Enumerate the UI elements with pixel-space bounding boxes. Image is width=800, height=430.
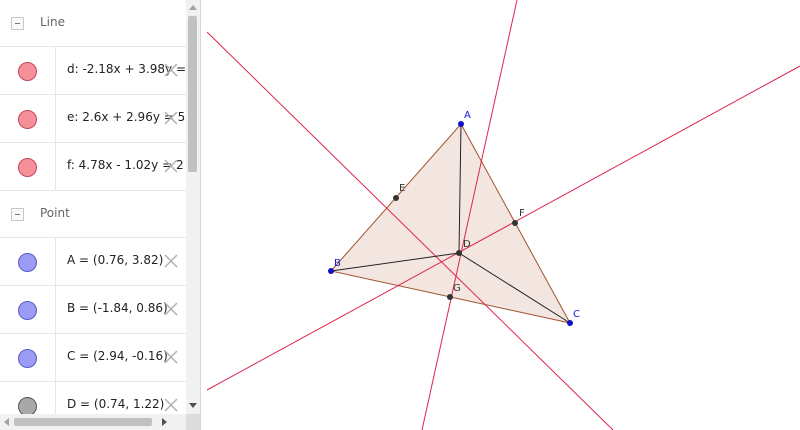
label-a: A [464,110,471,121]
delete-icon[interactable] [162,252,180,270]
label-d: D [463,239,471,250]
horizontal-scrollbar[interactable] [0,414,200,430]
group-header-point[interactable]: Point [0,191,186,238]
algebra-row-line-f[interactable]: f: 4.78x - 1.02y = 2 [0,143,186,191]
algebra-list: Line d: -2.18x + 3.98y = 5.5 e: 2.6x + 2… [0,0,186,430]
scroll-right-icon[interactable] [162,418,167,426]
visibility-toggle[interactable] [18,301,37,320]
scroll-down-icon[interactable] [189,403,197,408]
algebra-row-point-c[interactable]: C = (2.94, -0.16) [0,334,186,382]
algebra-row-line-d[interactable]: d: -2.18x + 3.98y = 5.5 [0,47,186,95]
graphics-view[interactable]: A B C D E F G [201,0,800,430]
delete-icon[interactable] [162,61,180,79]
delete-icon[interactable] [162,109,180,127]
scrollbar-corner [186,414,200,430]
delete-icon[interactable] [162,300,180,318]
scroll-up-icon[interactable] [189,5,197,10]
vertical-scrollbar[interactable] [186,0,200,414]
visibility-toggle[interactable] [18,349,37,368]
label-b: B [334,258,341,269]
delete-icon[interactable] [162,396,180,414]
label-c: C [573,309,580,320]
point-c[interactable] [567,320,573,326]
group-label: Line [40,15,66,29]
delete-icon[interactable] [162,348,180,366]
point-g[interactable] [447,294,453,300]
point-d[interactable] [456,250,462,256]
collapse-icon[interactable] [11,17,24,30]
visibility-toggle[interactable] [18,253,37,272]
geometry-canvas[interactable]: A B C D E F G [201,0,800,430]
triangle-abc[interactable] [330,123,571,324]
scroll-left-icon[interactable] [4,418,9,426]
algebra-row-point-a[interactable]: A = (0.76, 3.82) [0,238,186,286]
delete-icon[interactable] [162,157,180,175]
group-label: Point [40,206,70,220]
vertical-scroll-thumb[interactable] [188,16,197,172]
horizontal-scroll-thumb[interactable] [14,418,152,426]
label-g: G [453,283,461,294]
algebra-row-line-e[interactable]: e: 2.6x + 2.96y = 5 [0,95,186,143]
collapse-icon[interactable] [11,208,24,221]
line-d[interactable] [206,31,614,430]
line-e[interactable] [206,65,800,391]
point-e[interactable] [393,195,399,201]
point-f[interactable] [512,220,518,226]
visibility-toggle[interactable] [18,158,37,177]
algebra-view[interactable]: Line d: -2.18x + 3.98y = 5.5 e: 2.6x + 2… [0,0,201,430]
point-a[interactable] [458,121,464,127]
group-header-line[interactable]: Line [0,0,186,47]
algebra-row-point-b[interactable]: B = (-1.84, 0.86) [0,286,186,334]
visibility-toggle[interactable] [18,62,37,81]
label-f: F [519,208,525,219]
label-e: E [399,183,405,194]
visibility-toggle[interactable] [18,110,37,129]
